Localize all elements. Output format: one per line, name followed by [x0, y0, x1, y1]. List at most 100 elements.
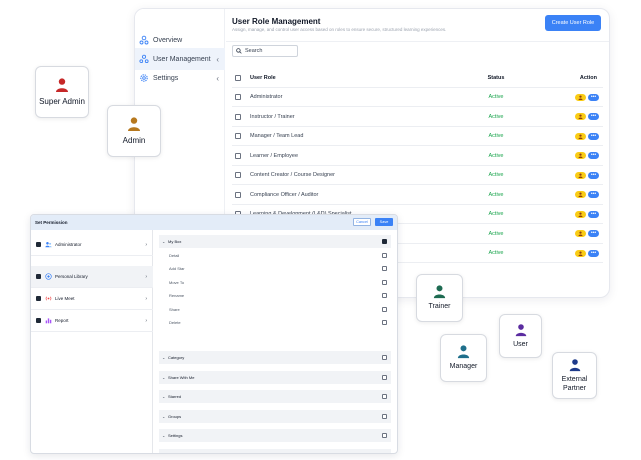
row-checkbox[interactable]	[235, 94, 241, 100]
module-label: Personal Library	[55, 274, 88, 279]
module-checkbox[interactable]	[36, 296, 41, 301]
chevron-left-icon: ‹	[216, 54, 219, 64]
section-checkbox[interactable]	[382, 433, 387, 438]
status-badge: Active	[488, 113, 504, 120]
view-user-button[interactable]	[575, 210, 586, 218]
section-label: Settings	[168, 433, 183, 438]
role-card-user[interactable]: User	[499, 314, 542, 358]
permission-section[interactable]: ⌄ Category	[159, 351, 391, 364]
chevron-down-icon: ⌄	[162, 355, 166, 360]
permission-checkbox[interactable]	[382, 320, 387, 325]
more-actions-button[interactable]: •••	[588, 152, 599, 159]
section-checkbox[interactable]	[382, 394, 387, 399]
module-checkbox[interactable]	[36, 242, 41, 247]
module-checkbox[interactable]	[36, 274, 41, 279]
view-user-button[interactable]	[575, 93, 586, 101]
column-header-action: Action	[579, 75, 597, 81]
view-user-button[interactable]	[575, 249, 586, 257]
sidebar-item-settings[interactable]: Settings ‹	[135, 67, 225, 89]
overview-icon	[139, 35, 149, 45]
set-permission-window: Set Permission Cancel Save Administrator…	[30, 214, 398, 454]
view-user-button[interactable]	[575, 230, 586, 237]
more-actions-button[interactable]: •••	[588, 113, 599, 120]
role-card-external-partner[interactable]: External Partner	[552, 352, 597, 399]
sidebar-item-label: Overview	[153, 36, 183, 44]
sidebar-item-label: Settings	[153, 74, 179, 82]
permission-section[interactable]: ⌄Bin	[159, 448, 391, 453]
role-card-manager[interactable]: Manager	[440, 334, 487, 382]
section-checkbox[interactable]	[382, 374, 387, 380]
permission-section[interactable]: ⌄ Settings	[159, 429, 391, 442]
permission-item-label: Delete	[169, 320, 181, 325]
section-checkbox[interactable]	[382, 239, 387, 244]
page-title: User Role Management	[232, 17, 321, 26]
view-user-button[interactable]	[575, 171, 586, 179]
permission-item[interactable]: Share	[159, 303, 391, 316]
permission-checkbox[interactable]	[382, 279, 387, 285]
view-user-button[interactable]	[575, 132, 586, 140]
select-all-checkbox[interactable]	[235, 75, 241, 81]
table-row: Compliance Officer / Auditor Active •••	[232, 186, 603, 205]
row-checkbox[interactable]	[235, 133, 241, 139]
person-icon	[56, 78, 68, 93]
row-checkbox[interactable]	[235, 152, 241, 159]
row-actions: •••	[575, 152, 599, 159]
users-icon	[45, 242, 52, 248]
more-actions-button[interactable]: •••	[588, 171, 599, 179]
permission-header: Set Permission	[31, 215, 397, 230]
permission-item[interactable]: Rename	[159, 289, 391, 302]
section-checkbox[interactable]	[382, 355, 387, 360]
more-actions-button[interactable]: •••	[588, 210, 599, 218]
role-card-trainer[interactable]: Trainer	[416, 274, 463, 322]
role-card-admin[interactable]: Admin	[107, 105, 161, 157]
module-item-personal-library[interactable]: Personal Library ›	[31, 266, 153, 288]
person-icon	[569, 359, 580, 372]
search-input[interactable]: Search	[232, 45, 298, 57]
role-name: Learner / Employee	[250, 152, 298, 159]
more-actions-button[interactable]: •••	[588, 191, 599, 198]
role-card-super-admin[interactable]: Super Admin	[35, 66, 89, 118]
module-item-administrator[interactable]: Administrator ›	[31, 234, 153, 256]
module-item-report[interactable]: Report ›	[31, 310, 153, 332]
permission-item[interactable]: Delete	[159, 316, 391, 329]
role-name: Administrator	[250, 94, 283, 100]
more-actions-button[interactable]: •••	[588, 132, 599, 140]
permission-item-label: Share	[169, 306, 180, 312]
row-checkbox[interactable]	[235, 191, 241, 198]
row-actions: •••	[575, 249, 599, 257]
chevron-down-icon: ⌄	[162, 413, 166, 419]
module-checkbox[interactable]	[36, 318, 41, 323]
create-user-role-button[interactable]: Create User Role	[545, 15, 601, 31]
row-checkbox[interactable]	[235, 113, 241, 120]
more-actions-button[interactable]: •••	[588, 249, 599, 257]
view-user-button[interactable]	[575, 113, 586, 120]
permission-section[interactable]: ⌄ Groups	[159, 409, 391, 423]
user-icon	[578, 153, 583, 158]
permission-checkbox[interactable]	[382, 252, 387, 258]
permission-item[interactable]: Move To	[159, 276, 391, 289]
section-checkbox[interactable]	[382, 413, 387, 419]
permission-section-my-box[interactable]: ⌄ My Box	[159, 235, 391, 248]
permission-checkbox[interactable]	[382, 266, 387, 271]
row-actions: •••	[575, 93, 599, 101]
permission-section[interactable]: ⌄ Starred	[159, 390, 391, 403]
row-checkbox[interactable]	[235, 172, 241, 178]
section-label: My Box	[168, 239, 182, 244]
save-button[interactable]: Save	[375, 218, 393, 226]
permission-item[interactable]: Detail	[159, 249, 391, 262]
section-checkbox[interactable]	[382, 452, 387, 453]
chevron-right-icon: ›	[145, 241, 147, 248]
view-user-button[interactable]	[575, 152, 586, 159]
cancel-button[interactable]: Cancel	[353, 218, 371, 226]
view-user-button[interactable]	[575, 191, 586, 198]
status-badge: Active	[488, 250, 504, 256]
permission-item-label: Detail	[169, 252, 180, 258]
more-actions-button[interactable]: •••	[588, 93, 599, 101]
permission-item[interactable]: Add Star	[159, 262, 391, 275]
more-actions-button[interactable]: •••	[588, 230, 599, 237]
sidebar-item-label: User Management	[153, 55, 211, 63]
permission-section[interactable]: ⌄ Share With Me	[159, 370, 391, 384]
module-item-live-meet[interactable]: Live Meet ›	[31, 288, 153, 310]
permission-checkbox[interactable]	[382, 293, 387, 298]
permission-checkbox[interactable]	[382, 306, 387, 312]
